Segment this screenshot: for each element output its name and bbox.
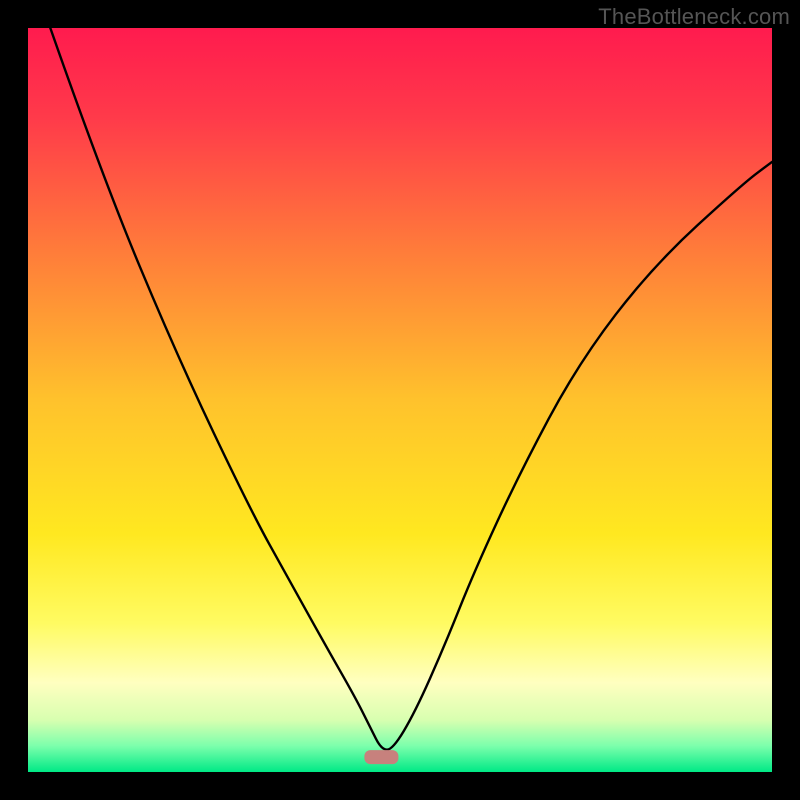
attribution-text: TheBottleneck.com — [598, 4, 790, 30]
bottleneck-chart — [0, 0, 800, 800]
min-marker — [364, 750, 398, 764]
chart-stage: TheBottleneck.com — [0, 0, 800, 800]
plot-background — [28, 28, 772, 772]
